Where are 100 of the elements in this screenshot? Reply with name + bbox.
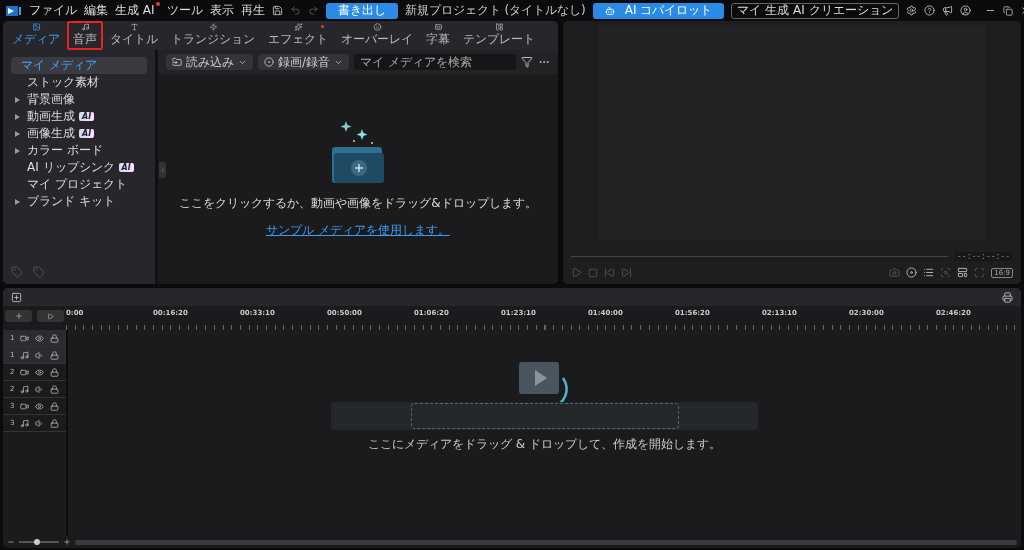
captions-icon	[432, 23, 444, 31]
sparkles-icon	[292, 23, 304, 31]
drop-message: ここにメディアをドラッグ & ドロップして、作成を開始します。	[368, 436, 721, 453]
creations-button[interactable]: マイ 生成 AI クリエーション	[731, 2, 899, 19]
speaker-icon[interactable]	[35, 418, 45, 428]
sidebar-item[interactable]: マイ プロジェクト	[11, 176, 147, 193]
lock-icon[interactable]	[50, 418, 60, 428]
speaker-icon[interactable]	[35, 350, 45, 360]
sidebar-item[interactable]: 背景画像	[11, 91, 147, 108]
ai-badge: AI	[79, 112, 95, 121]
expand-icon	[15, 198, 20, 205]
folder-import-icon	[171, 57, 182, 67]
empty-message: ここをクリックするか、動画や画像をドラッグ&ドロップします。	[179, 195, 537, 212]
expand-icon	[15, 130, 20, 137]
lock-icon[interactable]	[50, 401, 60, 411]
help-icon[interactable]	[923, 5, 935, 16]
menu-item[interactable]: 再生	[240, 2, 265, 19]
sidebar-label: マイ メディア	[21, 57, 97, 74]
chevron-left-icon	[158, 166, 166, 174]
layout-icon[interactable]	[957, 267, 969, 278]
sidebar-label: マイ プロジェクト	[27, 176, 127, 193]
menu-item[interactable]: ツール	[166, 2, 203, 19]
restore-icon[interactable]	[1002, 5, 1013, 16]
plus-icon	[14, 312, 23, 320]
image-icon	[30, 23, 42, 31]
sidebar-item[interactable]: マイ メディア	[11, 57, 147, 74]
tab[interactable]: トランジション	[165, 21, 261, 50]
expand-icon	[15, 113, 20, 120]
record-button[interactable]: 録画/録音	[257, 54, 349, 70]
app-logo-icon	[6, 4, 22, 17]
timecode: --:--:--:--	[954, 252, 1013, 261]
lock-icon[interactable]	[50, 350, 60, 360]
video-camera-icon	[20, 401, 30, 411]
notification-dot	[155, 2, 160, 6]
export-button[interactable]: 書き出し	[325, 2, 398, 19]
sidebar-item[interactable]: AI リップシンク AI	[11, 159, 147, 176]
sidebar-item[interactable]: ブランド キット	[11, 193, 147, 210]
sample-media-link[interactable]: サンプル メディアを使用します。	[266, 222, 450, 239]
tab[interactable]: 音声	[67, 21, 103, 50]
tab[interactable]: テンプレート	[457, 21, 541, 50]
music-note-icon	[79, 23, 91, 31]
tab[interactable]: メディア	[6, 21, 66, 50]
copilot-button[interactable]: AI コパイロット	[592, 2, 725, 19]
save-icon[interactable]	[271, 5, 283, 16]
sidebar-label: 動画生成	[27, 108, 75, 125]
sidebar-item[interactable]: ストック素材	[11, 74, 147, 91]
music-note-icon	[20, 384, 30, 394]
tab[interactable]: タイトル	[104, 21, 164, 50]
add-track-icon[interactable]	[11, 291, 22, 303]
fit-button[interactable]	[37, 310, 64, 322]
settings-icon[interactable]	[905, 5, 917, 16]
sidebar-label: AI リップシンク	[27, 159, 115, 176]
lock-icon[interactable]	[50, 367, 60, 377]
video-camera-icon	[20, 333, 30, 343]
sidebar-item[interactable]: カラー ボード	[11, 142, 147, 159]
sidebar-item[interactable]: 画像生成 AI	[11, 125, 147, 142]
eye-icon[interactable]	[35, 333, 45, 343]
music-note-icon	[20, 350, 30, 360]
video-camera-icon	[20, 367, 30, 377]
smiley-icon	[371, 23, 383, 31]
list-icon[interactable]	[923, 267, 935, 278]
expand-icon	[15, 96, 20, 103]
lock-icon[interactable]	[50, 384, 60, 394]
eye-icon[interactable]	[35, 401, 45, 411]
record-icon	[263, 57, 274, 67]
zoom-handle[interactable]	[34, 539, 40, 545]
play-icon	[47, 312, 54, 320]
zoom-in-icon[interactable]	[63, 538, 71, 546]
ai-badge: AI	[79, 129, 95, 138]
eye-icon[interactable]	[35, 367, 45, 377]
lock-icon[interactable]	[50, 333, 60, 343]
search-field[interactable]: マイ メディアを検索	[354, 54, 516, 70]
megaphone-icon[interactable]	[941, 5, 953, 16]
layout-icon	[493, 23, 505, 31]
collapse-button[interactable]	[158, 162, 166, 178]
sidebar-label: ブランド キット	[27, 193, 115, 210]
music-note-icon	[20, 418, 30, 428]
menu-item[interactable]: ファイル	[29, 2, 77, 19]
window-title: 新規プロジェクト (タイトルなし)	[404, 2, 586, 19]
menu-item[interactable]: 生成 AI	[115, 2, 160, 19]
disc-icon[interactable]	[906, 267, 918, 278]
filter-icon[interactable]	[521, 56, 533, 68]
text-icon	[128, 23, 140, 31]
track-manager-button[interactable]	[5, 310, 32, 322]
speaker-icon[interactable]	[35, 384, 45, 394]
import-button[interactable]: 読み込み	[165, 54, 253, 70]
ai-badge: AI	[118, 163, 134, 172]
sidebar-item[interactable]: 動画生成 AI	[11, 108, 147, 125]
expand-icon	[15, 147, 20, 154]
lightning-icon	[207, 23, 219, 31]
menu-item[interactable]: 表示	[209, 2, 234, 19]
account-icon[interactable]	[959, 5, 971, 16]
sidebar-label: ストック素材	[27, 74, 99, 91]
notification-dot	[321, 25, 324, 28]
tab[interactable]: 字幕	[420, 21, 456, 50]
sidebar-label: 背景画像	[27, 91, 75, 108]
tab[interactable]: エフェクト	[262, 21, 334, 50]
sidebar-label: 画像生成	[27, 125, 75, 142]
menu-item[interactable]: 編集	[84, 2, 108, 19]
tab[interactable]: オーバーレイ	[335, 21, 419, 50]
